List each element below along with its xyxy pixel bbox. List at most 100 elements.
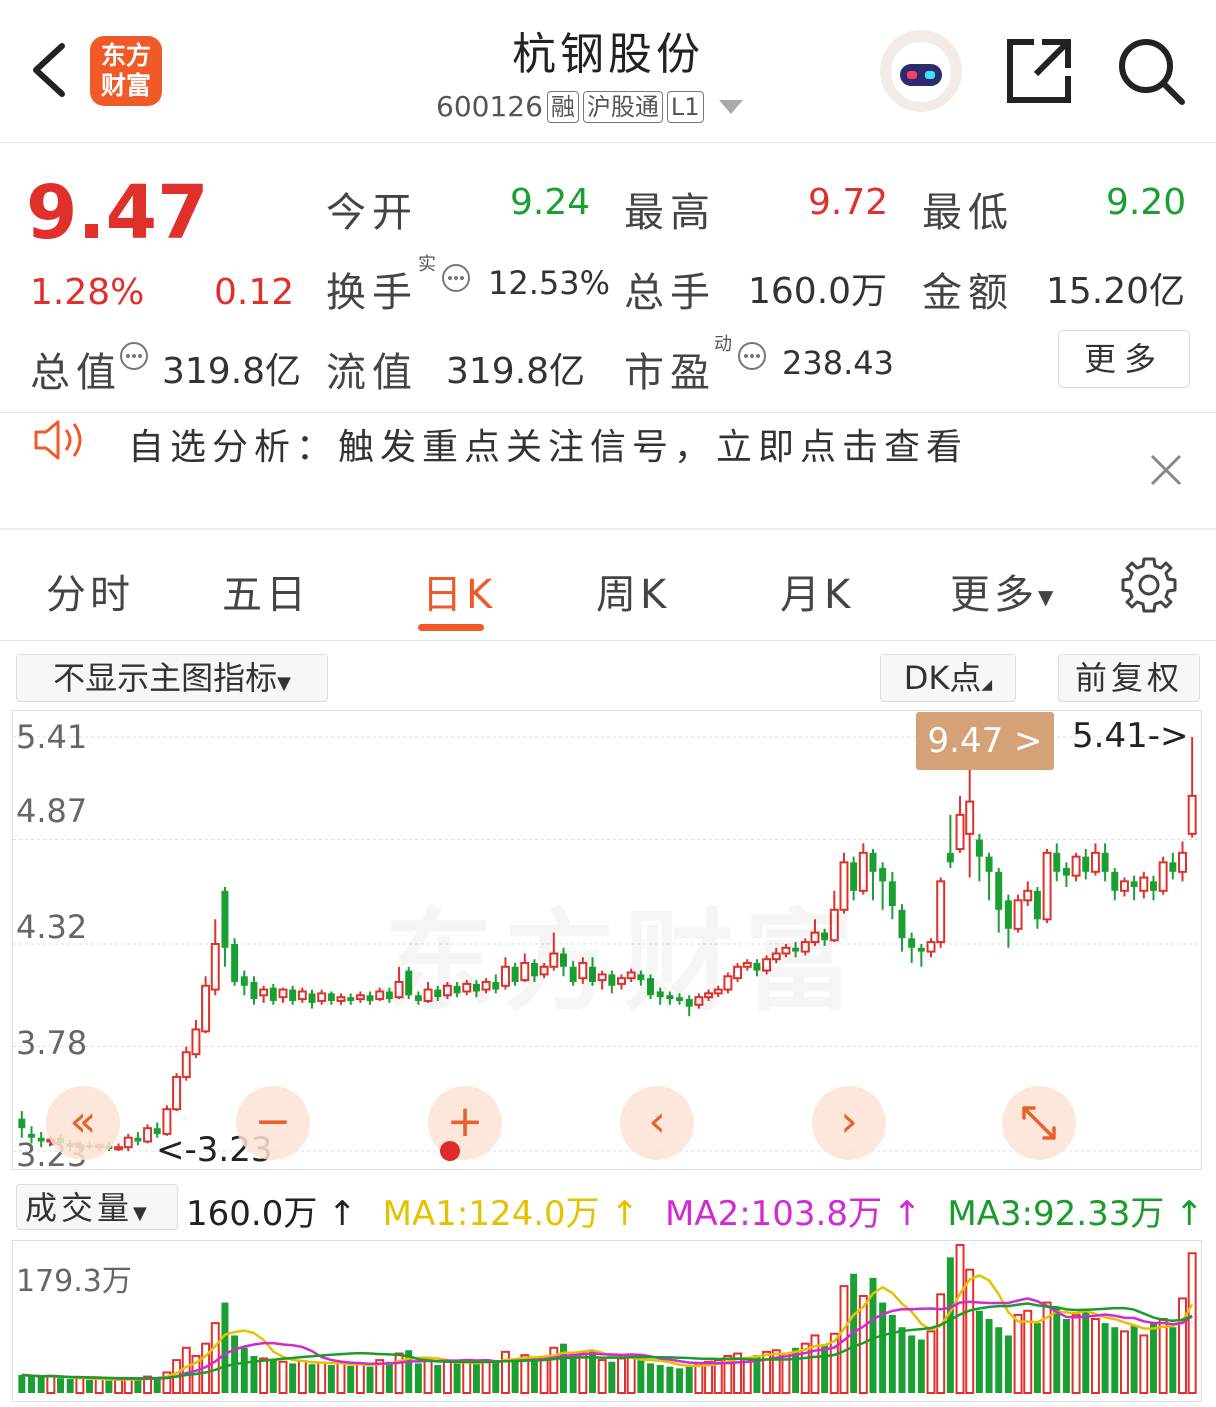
candle	[1158, 861, 1168, 892]
candle	[985, 856, 993, 872]
volume-bar	[327, 1365, 335, 1393]
candle	[1101, 852, 1109, 872]
high-label: 最高	[624, 190, 716, 236]
tab-five-day[interactable]: 五日	[222, 562, 310, 620]
settings-icon[interactable]	[1120, 556, 1178, 618]
volume-bar	[453, 1363, 461, 1393]
scroll-left-button[interactable]: ‹	[620, 1086, 694, 1160]
candle	[134, 1137, 142, 1142]
candle	[1071, 855, 1081, 877]
price-flag[interactable]: 9.47 >	[916, 712, 1054, 770]
candle	[898, 909, 906, 939]
candle	[172, 1075, 182, 1111]
volume-bar	[685, 1365, 693, 1393]
info-icon[interactable]	[736, 340, 768, 376]
dropdown-arrow-icon[interactable]	[718, 90, 744, 123]
volume-bar	[569, 1356, 577, 1393]
volume-bar	[995, 1327, 1003, 1393]
share-icon[interactable]	[1004, 36, 1074, 106]
candle	[1013, 899, 1023, 930]
candle	[1149, 881, 1157, 891]
zoom-out-button[interactable]: −	[236, 1086, 310, 1160]
robot-assistant-icon[interactable]	[880, 30, 962, 112]
volume-bar	[1090, 1318, 1100, 1394]
close-icon[interactable]	[1148, 452, 1184, 492]
expand-icon	[1022, 1106, 1056, 1140]
volume-bar	[366, 1366, 374, 1393]
fullscreen-button[interactable]	[1002, 1086, 1076, 1160]
volume-bar	[336, 1362, 346, 1395]
volume-bar	[821, 1345, 829, 1393]
jump-start-button[interactable]: «	[46, 1086, 120, 1160]
candle	[366, 995, 374, 1001]
volume-bar	[511, 1358, 519, 1393]
candle	[114, 1146, 124, 1151]
change-amount: 0.12	[214, 272, 295, 313]
tab-daily-k[interactable]: 日K	[422, 562, 496, 620]
tab-monthly-k[interactable]: 月K	[780, 562, 854, 620]
tab-intraday[interactable]: 分时	[46, 562, 134, 620]
candle	[869, 852, 877, 872]
volume-chart[interactable]	[12, 1240, 1202, 1402]
volume-bar	[1033, 1323, 1041, 1393]
amount-value: 15.20亿	[1046, 271, 1186, 312]
info-icon[interactable]	[118, 340, 150, 376]
volume-indicator-select[interactable]: 成交量▼	[16, 1184, 178, 1230]
volume-bar	[37, 1377, 45, 1393]
volume-bar	[240, 1347, 248, 1393]
volume-bar	[666, 1366, 674, 1393]
candle	[259, 988, 269, 997]
candle	[995, 871, 1003, 910]
candle	[879, 868, 887, 882]
tab-weekly-k[interactable]: 周K	[596, 562, 670, 620]
candle	[347, 997, 355, 1001]
volume-bar	[617, 1357, 626, 1394]
candle	[181, 1051, 191, 1078]
volume-bar	[221, 1302, 229, 1393]
adjust-select[interactable]: 前复权	[1058, 654, 1200, 702]
candle	[1111, 871, 1119, 891]
new-dot-badge	[440, 1141, 460, 1161]
candle	[289, 989, 297, 1001]
last-price: 9.47	[26, 170, 209, 256]
turnover-value: 12.53%	[488, 264, 611, 302]
volume-bar	[1149, 1323, 1157, 1393]
candle	[191, 1028, 201, 1056]
volume-bar	[946, 1257, 954, 1393]
dk-point-select[interactable]: DK点◢	[880, 654, 1016, 702]
volume-bar	[1158, 1318, 1168, 1394]
volume-bar	[297, 1359, 307, 1394]
search-icon[interactable]	[1116, 36, 1186, 106]
candle	[975, 839, 983, 857]
volume-bar	[1178, 1297, 1187, 1394]
caret-down-icon: ▼	[1038, 585, 1058, 609]
volume-bar	[385, 1361, 393, 1393]
volume-bar	[423, 1359, 433, 1395]
scroll-right-button[interactable]: ›	[812, 1086, 886, 1160]
volume-bar	[434, 1365, 442, 1393]
candle	[210, 943, 220, 991]
volume-bar	[500, 1350, 510, 1394]
candle	[1004, 900, 1012, 929]
volume-bar	[637, 1360, 645, 1393]
watermark: 东方财富	[384, 872, 864, 1032]
indicator-select[interactable]: 不显示主图指标▼	[16, 654, 328, 702]
candle	[317, 992, 327, 1002]
candle	[327, 993, 335, 1001]
volume-bar	[1082, 1310, 1090, 1393]
info-icon[interactable]	[440, 262, 472, 298]
volume-bar	[1013, 1313, 1023, 1394]
more-button[interactable]: 更多	[1058, 330, 1190, 388]
candle	[297, 990, 307, 1001]
y-tick-3: 4.32	[16, 908, 88, 946]
tag-margin: 融	[546, 90, 579, 123]
candle	[965, 800, 975, 835]
tab-more[interactable]: 更多▼	[950, 562, 1057, 620]
caret-down-icon: ▼	[277, 673, 291, 694]
candle	[1033, 890, 1041, 920]
volume-bar	[530, 1360, 538, 1393]
candle	[123, 1136, 133, 1149]
candle	[1130, 881, 1138, 888]
notice-text[interactable]: 自选分析：触发重点关注信号，立即点击查看	[128, 418, 968, 470]
stock-code: 600126	[436, 90, 543, 123]
